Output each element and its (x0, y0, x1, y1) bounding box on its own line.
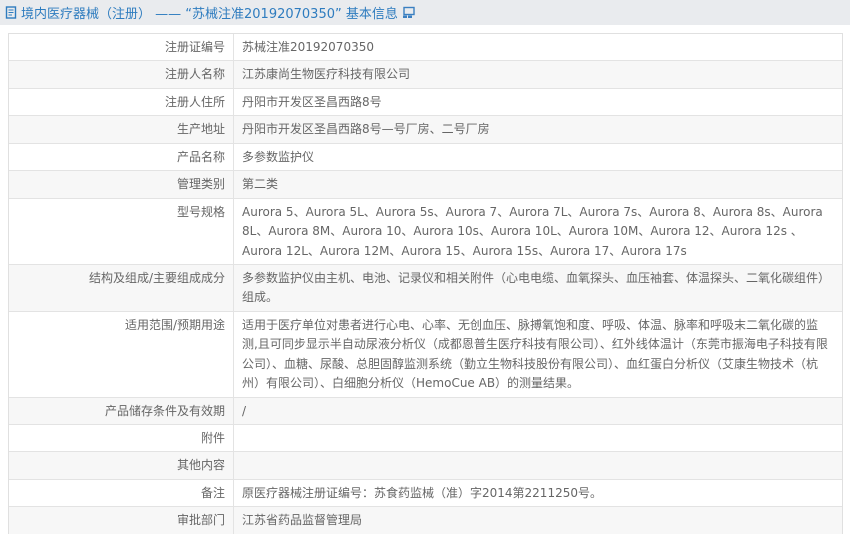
document-icon (5, 6, 17, 19)
table-row: 型号规格 Aurora 5、Aurora 5L、Aurora 5s、Aurora… (9, 198, 842, 265)
row-label: 注册证编号 (9, 34, 234, 61)
row-label: 附件 (9, 425, 234, 452)
row-label: 产品名称 (9, 143, 234, 171)
table-row: 其他内容 (9, 452, 842, 480)
row-label: 产品储存条件及有效期 (9, 397, 234, 424)
row-value (234, 425, 842, 451)
row-value: 丹阳市开发区圣昌西路8号 (242, 94, 382, 109)
registration-info-table: 注册证编号 苏械注准20192070350 注册人名称 江苏康尚生物医疗科技有限… (8, 33, 843, 534)
row-label: 其他内容 (9, 452, 234, 479)
row-value: 江苏省药品监督管理局 (242, 513, 363, 528)
table-row: 适用范围/预期用途 适用于医疗单位对患者进行心电、心率、无创血压、脉搏氧饱和度、… (9, 311, 842, 398)
row-label: 注册人住所 (9, 88, 234, 116)
device-icon (402, 6, 416, 19)
row-value: 江苏康尚生物医疗科技有限公司 (242, 67, 411, 82)
row-label: 注册人名称 (9, 61, 234, 88)
table-row: 生产地址 丹阳市开发区圣昌西路8号—号厂房、二号厂房 (9, 116, 842, 144)
table-row: 结构及组成/主要组成成分 多参数监护仪由主机、电池、记录仪和相关附件（心电电缆、… (9, 264, 842, 312)
row-value: 原医疗器械注册证编号：苏食药监械（准）字2014第2211250号。 (242, 485, 602, 500)
row-value: 第二类 (242, 177, 279, 192)
row-value: / (242, 403, 247, 418)
table-row: 审批部门 江苏省药品监督管理局 (9, 507, 842, 534)
table-row: 产品名称 多参数监护仪 (9, 143, 842, 172)
row-label: 适用范围/预期用途 (9, 311, 234, 397)
row-label: 结构及组成/主要组成成分 (9, 264, 234, 311)
row-value: 苏械注准20192070350 (242, 40, 374, 54)
row-label: 备注 (9, 479, 234, 507)
row-value: 丹阳市开发区圣昌西路8号—号厂房、二号厂房 (242, 122, 490, 137)
row-value: Aurora 5、Aurora 5L、Aurora 5s、Aurora 7、Au… (242, 204, 823, 258)
table-row: 注册人名称 江苏康尚生物医疗科技有限公司 (9, 61, 842, 89)
table-row: 注册人住所 丹阳市开发区圣昌西路8号 (9, 88, 842, 117)
page-title: 境内医疗器械（注册） —— “苏械注准20192070350” 基本信息 (21, 7, 398, 22)
table-row: 附件 (9, 425, 842, 453)
table-row: 产品储存条件及有效期 / (9, 397, 842, 425)
row-value: 多参数监护仪由主机、电池、记录仪和相关附件（心电电缆、血氧探头、血压袖套、体温探… (242, 270, 831, 305)
table-row: 管理类别 第二类 (9, 171, 842, 199)
table-row: 注册证编号 苏械注准20192070350 (9, 34, 842, 62)
row-label: 管理类别 (9, 171, 234, 198)
row-value: 多参数监护仪 (242, 149, 315, 164)
row-label: 审批部门 (9, 507, 234, 534)
row-value (234, 452, 842, 478)
page-header: 境内医疗器械（注册） —— “苏械注准20192070350” 基本信息 (0, 0, 850, 25)
row-label: 生产地址 (9, 116, 234, 143)
table-row: 备注 原医疗器械注册证编号：苏食药监械（准）字2014第2211250号。 (9, 479, 842, 508)
row-value: 适用于医疗单位对患者进行心电、心率、无创血压、脉搏氧饱和度、呼吸、体温、脉率和呼… (242, 317, 828, 391)
row-label: 型号规格 (9, 198, 234, 264)
